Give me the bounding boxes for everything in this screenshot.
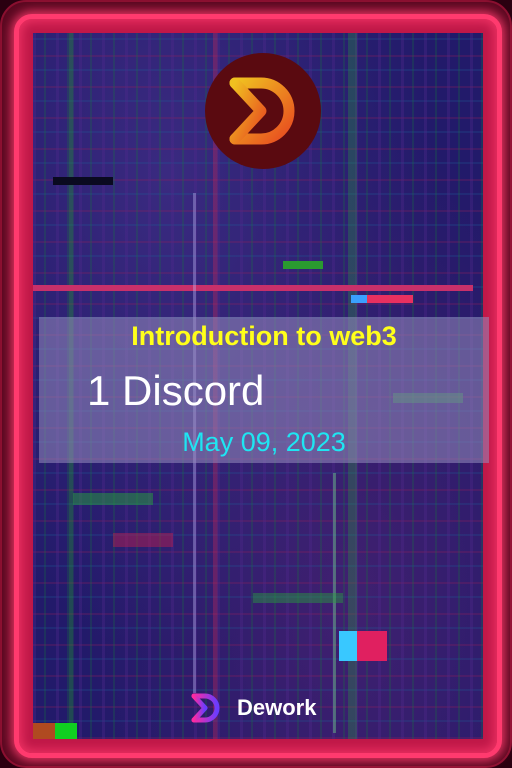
background-streak <box>283 261 323 269</box>
brand-name: Dework <box>237 695 317 720</box>
neon-frame: Introduction to web3 1 Discord May 09, 2… <box>14 14 502 758</box>
dework-logo <box>205 53 321 169</box>
background-streak <box>33 723 55 739</box>
background-streak <box>351 295 367 303</box>
background-streak <box>73 493 153 505</box>
title-banner: Introduction to web3 1 Discord May 09, 2… <box>39 317 489 463</box>
brand-footer: Dework <box>187 691 316 725</box>
background-streak <box>53 177 113 185</box>
dework-logo-icon <box>229 77 295 145</box>
background-streak <box>33 285 473 291</box>
background-streak <box>339 631 357 661</box>
card-title: Introduction to web3 <box>131 321 397 351</box>
background-streak <box>253 593 343 603</box>
card-subtitle: 1 Discord <box>87 367 265 414</box>
background-streak <box>363 295 413 303</box>
dework-logo-icon <box>191 693 220 723</box>
background-streak <box>333 473 336 733</box>
background-streak <box>357 631 387 661</box>
certificate-card: Introduction to web3 1 Discord May 09, 2… <box>0 0 512 768</box>
card-date: May 09, 2023 <box>182 427 346 457</box>
background-streak <box>55 723 77 739</box>
background-streak <box>113 533 173 547</box>
